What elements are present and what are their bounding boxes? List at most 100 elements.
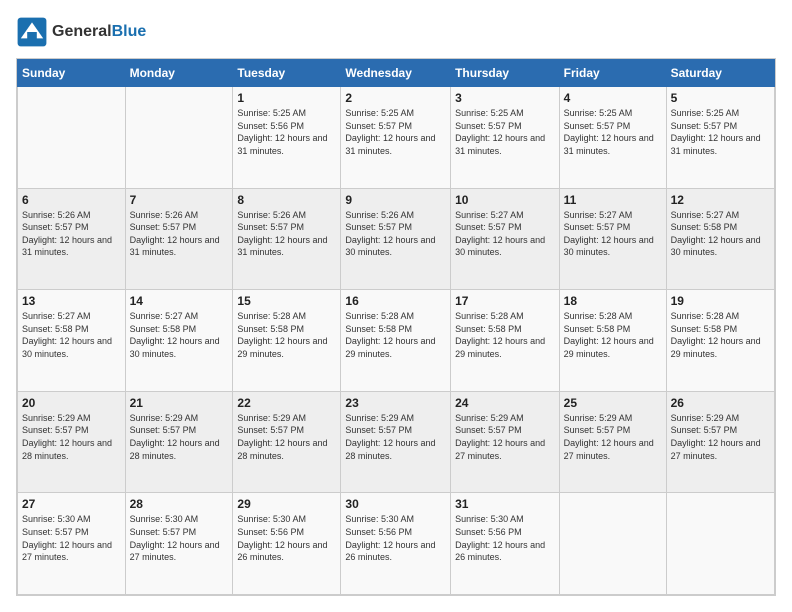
day-cell: 14 Sunrise: 5:27 AM Sunset: 5:58 PM Dayli…	[125, 290, 233, 392]
day-detail: Sunrise: 5:27 AM Sunset: 5:57 PM Dayligh…	[455, 209, 555, 259]
day-number: 20	[22, 396, 121, 410]
day-cell: 5 Sunrise: 5:25 AM Sunset: 5:57 PM Daylig…	[666, 87, 774, 189]
day-cell: 25Sunrise: 5:29 AM Sunset: 5:57 PM Dayli…	[559, 391, 666, 493]
day-cell: 19 Sunrise: 5:28 AM Sunset: 5:58 PM Dayli…	[666, 290, 774, 392]
day-detail: Sunrise: 5:28 AM Sunset: 5:58 PM Dayligh…	[237, 310, 336, 360]
day-number: 1	[237, 91, 336, 105]
day-cell: 10 Sunrise: 5:27 AM Sunset: 5:57 PM Dayli…	[451, 188, 560, 290]
day-cell: 20Sunrise: 5:29 AM Sunset: 5:57 PM Dayli…	[18, 391, 126, 493]
day-number: 9	[345, 193, 446, 207]
day-number: 26	[671, 396, 770, 410]
day-detail: Sunrise: 5:29 AM Sunset: 5:57 PM Dayligh…	[671, 412, 770, 462]
day-cell: 9 Sunrise: 5:26 AM Sunset: 5:57 PM Daylig…	[341, 188, 451, 290]
day-cell: 29 Sunrise: 5:30 AM Sunset: 5:56 PM Dayli…	[233, 493, 341, 595]
day-number: 19	[671, 294, 770, 308]
day-cell: 11 Sunrise: 5:27 AM Sunset: 5:57 PM Dayli…	[559, 188, 666, 290]
day-cell: 28Sunrise: 5:30 AM Sunset: 5:57 PM Dayli…	[125, 493, 233, 595]
logo-text: GeneralBlue	[52, 23, 146, 41]
day-detail: Sunrise: 5:30 AM Sunset: 5:56 PM Dayligh…	[345, 513, 446, 563]
day-cell: 13Sunrise: 5:27 AM Sunset: 5:58 PM Dayli…	[18, 290, 126, 392]
day-number: 8	[237, 193, 336, 207]
day-number: 4	[564, 91, 662, 105]
day-number: 11	[564, 193, 662, 207]
day-detail: Sunrise: 5:29 AM Sunset: 5:57 PM Dayligh…	[345, 412, 446, 462]
day-detail: Sunrise: 5:25 AM Sunset: 5:57 PM Dayligh…	[671, 107, 770, 157]
day-number: 22	[237, 396, 336, 410]
day-detail: Sunrise: 5:26 AM Sunset: 5:57 PM Dayligh…	[22, 209, 121, 259]
day-cell: 7 Sunrise: 5:26 AM Sunset: 5:57 PM Daylig…	[125, 188, 233, 290]
day-detail: Sunrise: 5:25 AM Sunset: 5:56 PM Dayligh…	[237, 107, 336, 157]
day-number: 7	[130, 193, 229, 207]
day-detail: Sunrise: 5:26 AM Sunset: 5:57 PM Dayligh…	[345, 209, 446, 259]
day-cell: 30 Sunrise: 5:30 AM Sunset: 5:56 PM Dayli…	[341, 493, 451, 595]
day-detail: Sunrise: 5:25 AM Sunset: 5:57 PM Dayligh…	[345, 107, 446, 157]
day-cell: 6 Sunrise: 5:26 AM Sunset: 5:57 PM Daylig…	[18, 188, 126, 290]
day-cell: 2 Sunrise: 5:25 AM Sunset: 5:57 PM Daylig…	[341, 87, 451, 189]
day-cell: 12 Sunrise: 5:27 AM Sunset: 5:58 PM Dayli…	[666, 188, 774, 290]
day-cell: 26 Sunrise: 5:29 AM Sunset: 5:57 PM Dayli…	[666, 391, 774, 493]
day-number: 25	[564, 396, 662, 410]
day-cell	[18, 87, 126, 189]
day-detail: Sunrise: 5:27 AM Sunset: 5:58 PM Dayligh…	[130, 310, 229, 360]
day-number: 12	[671, 193, 770, 207]
day-detail: Sunrise: 5:26 AM Sunset: 5:57 PM Dayligh…	[237, 209, 336, 259]
day-number: 27	[22, 497, 121, 511]
week-row-4: 20 Sunrise: 5:29 AM Sunset: 5:57 PM Dayli…	[18, 391, 775, 493]
day-number: 18	[564, 294, 662, 308]
header: GeneralBlue	[16, 16, 776, 48]
day-detail: Sunrise: 5:25 AM Sunset: 5:57 PM Dayligh…	[564, 107, 662, 157]
weekday-header: SundayMondayTuesdayWednesdayThursdayFrid…	[18, 60, 775, 87]
weekday-saturday: Saturday	[666, 60, 774, 87]
day-cell: 27 Sunrise: 5:30 AM Sunset: 5:57 PM Dayli…	[18, 493, 126, 595]
day-number: 6	[22, 193, 121, 207]
day-number: 23	[345, 396, 446, 410]
day-detail: Sunrise: 5:29 AM Sunset: 5:57 PM Dayligh…	[130, 412, 229, 462]
weekday-sunday: Sunday	[18, 60, 126, 87]
weekday-wednesday: Wednesday	[341, 60, 451, 87]
day-number: 31	[455, 497, 555, 511]
day-detail: Sunrise: 5:26 AM Sunset: 5:57 PM Dayligh…	[130, 209, 229, 259]
day-detail: Sunrise: 5:30 AM Sunset: 5:57 PM Dayligh…	[22, 513, 121, 563]
weekday-friday: Friday	[559, 60, 666, 87]
day-cell: 17 Sunrise: 5:28 AM Sunset: 5:58 PM Dayli…	[451, 290, 560, 392]
day-detail: Sunrise: 5:30 AM Sunset: 5:56 PM Dayligh…	[455, 513, 555, 563]
week-row-2: 6 Sunrise: 5:26 AM Sunset: 5:57 PM Daylig…	[18, 188, 775, 290]
day-number: 10	[455, 193, 555, 207]
day-detail: Sunrise: 5:28 AM Sunset: 5:58 PM Dayligh…	[671, 310, 770, 360]
day-cell: 31 Sunrise: 5:30 AM Sunset: 5:56 PM Dayli…	[451, 493, 560, 595]
day-cell: 15 Sunrise: 5:28 AM Sunset: 5:58 PM Dayli…	[233, 290, 341, 392]
day-number: 14	[130, 294, 229, 308]
day-cell: 18 Sunrise: 5:28 AM Sunset: 5:58 PM Dayli…	[559, 290, 666, 392]
day-number: 30	[345, 497, 446, 511]
day-cell	[559, 493, 666, 595]
day-detail: Sunrise: 5:27 AM Sunset: 5:58 PM Dayligh…	[671, 209, 770, 259]
day-cell	[125, 87, 233, 189]
day-cell: 23 Sunrise: 5:29 AM Sunset: 5:57 PM Dayli…	[341, 391, 451, 493]
day-number: 21	[130, 396, 229, 410]
day-detail: Sunrise: 5:28 AM Sunset: 5:58 PM Dayligh…	[564, 310, 662, 360]
week-row-5: 27 Sunrise: 5:30 AM Sunset: 5:57 PM Dayli…	[18, 493, 775, 595]
week-row-3: 13Sunrise: 5:27 AM Sunset: 5:58 PM Dayli…	[18, 290, 775, 392]
day-detail: Sunrise: 5:27 AM Sunset: 5:57 PM Dayligh…	[564, 209, 662, 259]
day-number: 28	[130, 497, 229, 511]
day-number: 15	[237, 294, 336, 308]
weekday-tuesday: Tuesday	[233, 60, 341, 87]
day-cell: 3 Sunrise: 5:25 AM Sunset: 5:57 PM Daylig…	[451, 87, 560, 189]
weekday-thursday: Thursday	[451, 60, 560, 87]
day-number: 24	[455, 396, 555, 410]
day-detail: Sunrise: 5:28 AM Sunset: 5:58 PM Dayligh…	[455, 310, 555, 360]
day-cell: 4 Sunrise: 5:25 AM Sunset: 5:57 PM Daylig…	[559, 87, 666, 189]
day-number: 5	[671, 91, 770, 105]
day-number: 2	[345, 91, 446, 105]
day-cell: 1 Sunrise: 5:25 AM Sunset: 5:56 PM Daylig…	[233, 87, 341, 189]
calendar: SundayMondayTuesdayWednesdayThursdayFrid…	[16, 58, 776, 596]
logo-icon	[16, 16, 48, 48]
day-cell	[666, 493, 774, 595]
day-cell: 22Sunrise: 5:29 AM Sunset: 5:57 PM Dayli…	[233, 391, 341, 493]
day-number: 3	[455, 91, 555, 105]
day-detail: Sunrise: 5:30 AM Sunset: 5:56 PM Dayligh…	[237, 513, 336, 563]
day-detail: Sunrise: 5:27 AM Sunset: 5:58 PM Dayligh…	[22, 310, 121, 360]
day-number: 17	[455, 294, 555, 308]
day-detail: Sunrise: 5:25 AM Sunset: 5:57 PM Dayligh…	[455, 107, 555, 157]
day-number: 29	[237, 497, 336, 511]
